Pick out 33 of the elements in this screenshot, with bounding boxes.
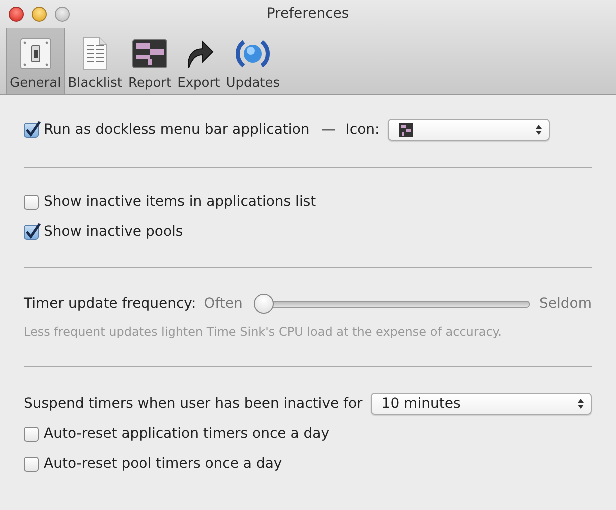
stepper-arrows-icon: [577, 398, 585, 410]
checkbox-label[interactable]: Show inactive pools: [44, 224, 184, 240]
toolbar-tab[interactable]: Updates: [223, 28, 284, 94]
toolbar-tab[interactable]: General: [6, 28, 66, 94]
zoom-button[interactable]: [55, 6, 70, 22]
slider-label: Timer update frequency:: [24, 296, 196, 312]
duration-popup[interactable]: 10 minutes: [370, 393, 592, 415]
window-title: Preferences: [266, 6, 350, 22]
stepper-arrows-icon: [534, 124, 543, 136]
slider-max-label: Seldom: [540, 296, 592, 312]
icon-popup[interactable]: [388, 119, 550, 141]
minimize-button[interactable]: [32, 6, 47, 22]
checkbox-label[interactable]: Auto-reset application timers once a day: [44, 426, 330, 442]
checkbox-label[interactable]: Auto-reset pool timers once a day: [44, 456, 282, 472]
slider-min-label: Often: [204, 296, 243, 312]
toolbar-tab[interactable]: Export: [174, 28, 224, 94]
close-button[interactable]: [9, 6, 24, 22]
checkbox[interactable]: [24, 122, 39, 138]
suspend-label: Suspend timers when user has been inactive for: [24, 396, 363, 412]
toolbar-tab[interactable]: Report: [126, 28, 175, 94]
switch-icon: [18, 36, 54, 72]
checkbox-label[interactable]: Run as dockless menu bar application: [44, 122, 310, 138]
toolbar-tab[interactable]: Blacklist: [65, 28, 126, 94]
checkbox[interactable]: [24, 224, 39, 240]
slider-thumb[interactable]: [254, 294, 274, 314]
grid-icon: [398, 123, 413, 137]
dash: —: [322, 122, 336, 138]
icon-label: Icon:: [346, 122, 380, 138]
checkbox[interactable]: [24, 194, 39, 210]
checkbox[interactable]: [24, 456, 39, 472]
hint-text: Less frequent updates lighten Time Sink's CPU load at the expense of accuracy.: [24, 325, 503, 339]
checkbox-label[interactable]: Show inactive items in applications list: [44, 194, 316, 210]
checkbox[interactable]: [24, 426, 39, 442]
